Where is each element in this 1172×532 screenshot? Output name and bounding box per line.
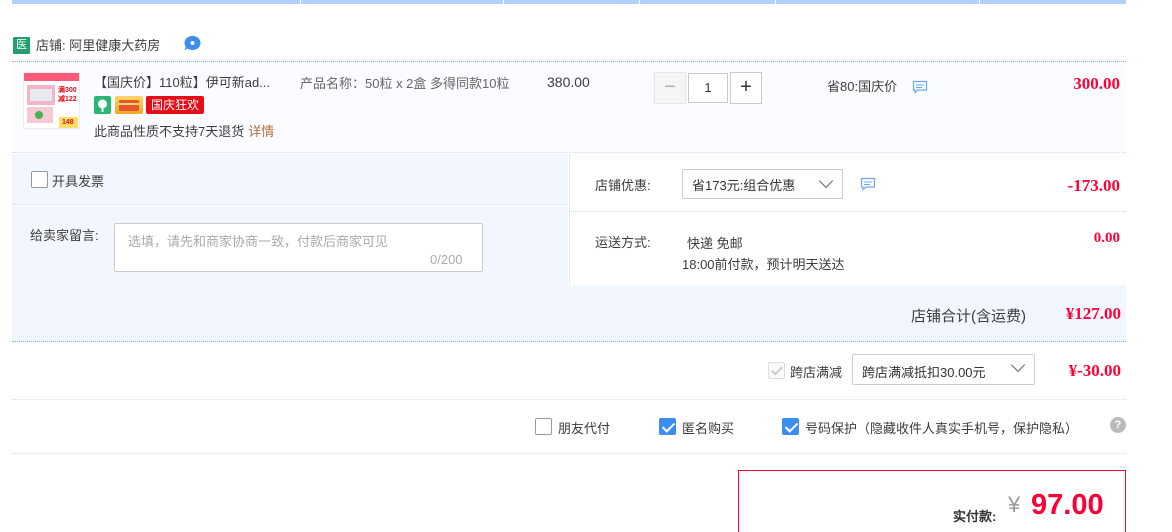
shop-subtotal-amount: ¥127.00 (1065, 304, 1121, 323)
unit-price: 380.00 (547, 74, 590, 90)
divider (12, 453, 1126, 454)
cross-store-selected-value[interactable]: 跨店满减抵扣30.00元 (862, 362, 986, 381)
no-return-notice: 此商品性质不支持7天退货 详情 (94, 121, 274, 140)
wangwang-chat-icon[interactable] (183, 35, 202, 52)
quantity-decrease-button[interactable]: − (654, 72, 686, 104)
quantity-input[interactable]: 1 (688, 73, 728, 103)
column-divider (300, 0, 301, 4)
message-placeholder: 选填，请先和商家协商一致，付款后商家可见 (128, 234, 389, 249)
discount-label: 店铺优惠: (595, 178, 651, 193)
shop-subtotal-label: 店铺合计(含运费) (911, 308, 1026, 325)
invoice-label[interactable]: 开具发票 (52, 171, 104, 190)
national-day-sale-tag: 国庆狂欢 (146, 96, 204, 114)
thumb-price: 148 (62, 119, 74, 126)
shipping-label: 运送方式: (595, 235, 651, 250)
item-subtotal: 300.00 (1073, 74, 1120, 93)
payment-amount: 97.00 (1031, 489, 1104, 521)
friend-pay-checkbox[interactable] (535, 418, 552, 435)
message-label: 给卖家留言: (30, 228, 99, 243)
help-icon[interactable]: ? (1110, 417, 1126, 433)
column-divider (775, 0, 776, 4)
comment-icon[interactable] (860, 177, 876, 191)
shipping-method: 快递 免邮 (687, 236, 743, 251)
divider (12, 399, 1126, 400)
item-promotion: 省80:国庆价 (827, 79, 898, 94)
product-thumbnail[interactable]: 满300 减122 148 (23, 72, 80, 129)
details-link[interactable]: 详情 (248, 124, 274, 139)
pharmacy-badge-icon: 医 (13, 37, 30, 54)
shop-name[interactable]: 店铺: 阿里健康大药房 (36, 37, 160, 54)
shipping-section (569, 211, 1126, 285)
pharmacy-tag-icon (94, 96, 111, 114)
cross-store-amount: ¥-30.00 (1068, 361, 1121, 380)
phone-protect-label[interactable]: 号码保护（隐藏收件人真实手机号，保护隐私） (805, 418, 1078, 437)
no-return-text: 此商品性质不支持7天退货 (94, 124, 245, 139)
anonymous-label[interactable]: 匿名购买 (682, 418, 734, 437)
thumb-promo-line: 满300 (58, 87, 77, 94)
cross-store-checkbox[interactable] (768, 362, 785, 379)
column-divider (639, 0, 640, 4)
discount-amount: -173.00 (1067, 176, 1120, 195)
thumb-promo-line: 减122 (58, 96, 77, 103)
table-header-bar (12, 0, 1126, 4)
cross-store-label: 跨店满减 (790, 365, 843, 380)
message-char-count: 0/200 (430, 252, 463, 267)
card-tag-icon (115, 96, 143, 114)
quantity-increase-button[interactable]: + (730, 72, 762, 104)
product-spec: 产品名称：50粒 x 2盒 多得同款10粒 (300, 76, 510, 91)
currency-symbol: ¥ (1008, 492, 1021, 517)
invoice-checkbox[interactable] (31, 171, 48, 188)
friend-pay-label[interactable]: 朋友代付 (558, 418, 610, 437)
anonymous-checkbox[interactable] (659, 418, 676, 435)
phone-protect-checkbox[interactable] (782, 418, 799, 435)
column-divider (979, 0, 980, 4)
comment-icon[interactable] (912, 80, 928, 94)
discount-selected-value[interactable]: 省173元:组合优惠 (692, 175, 795, 194)
product-title-link[interactable]: 【国庆价】110粒】伊可新ad... (94, 74, 294, 92)
payment-label: 实付款: (953, 509, 997, 524)
shipping-eta: 18:00前付款，预计明天送达 (682, 257, 845, 272)
column-divider (503, 0, 504, 4)
shipping-amount: 0.00 (1093, 230, 1120, 246)
